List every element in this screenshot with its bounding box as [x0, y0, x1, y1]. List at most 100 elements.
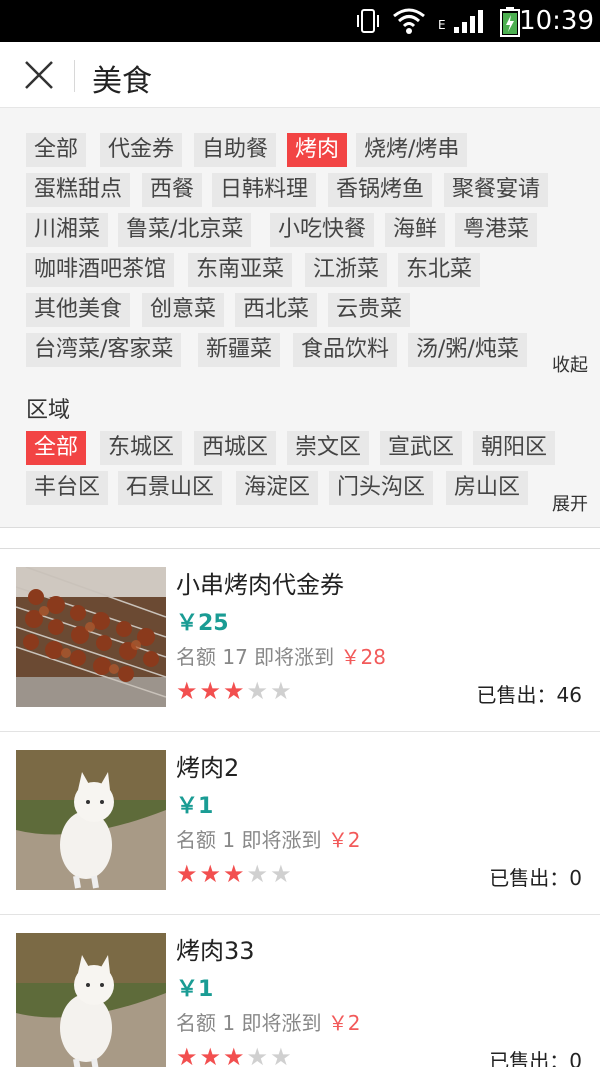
signal-icon	[454, 10, 483, 33]
deal-thumbnail	[16, 750, 166, 890]
star-filled-icon: ★	[176, 860, 200, 888]
battery-icon	[500, 7, 520, 37]
skewers-photo	[16, 567, 166, 707]
category-tag[interactable]: 香锅烤鱼	[328, 173, 433, 207]
region-tag[interactable]: 西城区	[194, 431, 277, 465]
star-empty-icon: ★	[246, 1043, 271, 1067]
network-type-label: E	[438, 18, 446, 32]
deal-quota: 名额 1 即将涨到 ￥2	[176, 1007, 361, 1036]
status-bar: E 10:39	[0, 0, 600, 42]
sold-label: 已售出：	[476, 683, 557, 707]
quota-value: 1	[222, 828, 236, 852]
region-tag[interactable]: 东城区	[100, 431, 183, 465]
deal-list: 小串烤肉代金券 ￥25 名额 17 即将涨到 ￥28 ★★★★★ 已售出：46	[0, 548, 600, 1067]
collapse-link[interactable]: 收起	[552, 351, 588, 377]
region-tag[interactable]: 崇文区	[287, 431, 370, 465]
category-tag[interactable]: 蛋糕甜点	[26, 173, 131, 207]
category-tag[interactable]: 小吃快餐	[270, 213, 375, 247]
category-tag[interactable]: 其他美食	[26, 293, 131, 327]
deal-title: 小串烤肉代金券	[176, 571, 344, 599]
star-filled-icon: ★	[223, 677, 247, 705]
category-tag[interactable]: 西餐	[142, 173, 203, 207]
sold-label: 已售出：	[489, 1049, 570, 1067]
region-label: 区域	[26, 398, 71, 423]
deal-price: ￥1	[176, 794, 214, 819]
wifi-icon	[393, 8, 425, 34]
region-tag-active[interactable]: 全部	[26, 431, 87, 465]
category-tag[interactable]: 全部	[26, 133, 87, 167]
expand-link[interactable]: 展开	[552, 490, 588, 516]
category-tag[interactable]: 聚餐宴请	[444, 173, 549, 207]
star-filled-icon: ★	[199, 860, 224, 888]
star-empty-icon: ★	[246, 677, 271, 705]
sold-label: 已售出：	[489, 866, 570, 890]
region-tag[interactable]: 石景山区	[118, 471, 223, 505]
star-empty-icon: ★	[270, 677, 294, 705]
category-tag[interactable]: 粤港菜	[455, 213, 538, 247]
category-tag[interactable]: 咖啡酒吧茶馆	[26, 253, 175, 287]
category-tag[interactable]: 日韩料理	[212, 173, 317, 207]
category-tag[interactable]: 代金券	[100, 133, 183, 167]
filter-panel: 全部 代金券 自助餐 烤肉 烧烤/烤串 蛋糕甜点 西餐 日韩料理 香锅烤鱼 聚餐…	[0, 108, 600, 528]
deal-thumbnail	[16, 933, 166, 1067]
quota-label: 名额	[176, 1011, 216, 1035]
close-button[interactable]	[18, 54, 60, 96]
region-tag[interactable]: 丰台区	[26, 471, 109, 505]
star-filled-icon: ★	[176, 1043, 200, 1067]
header-divider	[74, 60, 75, 92]
category-tag[interactable]: 鲁菜/北京菜	[118, 213, 252, 247]
quota-value: 17	[222, 645, 248, 669]
category-tag[interactable]: 汤/粥/炖菜	[408, 333, 527, 367]
category-tag[interactable]: 西北菜	[235, 293, 318, 327]
rise-label: 即将涨到	[241, 828, 322, 852]
clock: 10:39	[519, 6, 594, 36]
sold-count: 已售出：0	[489, 1045, 582, 1067]
white-cat-photo	[16, 750, 166, 890]
rating-stars: ★★★★★	[176, 860, 294, 888]
close-icon	[25, 61, 53, 89]
vibrate-icon	[357, 9, 379, 33]
rating-stars: ★★★★★	[176, 677, 294, 705]
category-tag[interactable]: 江浙菜	[305, 253, 388, 287]
rise-price: ￥28	[340, 645, 386, 669]
category-tag[interactable]: 云贵菜	[328, 293, 411, 327]
rise-label: 即将涨到	[254, 645, 335, 669]
app-header: 美食	[0, 42, 600, 108]
sold-count: 已售出：46	[477, 679, 582, 708]
deal-price: ￥1	[176, 977, 214, 1002]
category-tag[interactable]: 烧烤/烤串	[356, 133, 468, 167]
category-tag[interactable]: 自助餐	[194, 133, 277, 167]
rise-price: ￥2	[327, 1011, 361, 1035]
category-tag[interactable]: 食品饮料	[293, 333, 398, 367]
rating-stars: ★★★★★	[176, 1043, 294, 1067]
deal-item[interactable]: 烤肉2 ￥1 名额 1 即将涨到 ￥2 ★★★★★ 已售出：0	[0, 732, 600, 915]
category-tag-active[interactable]: 烤肉	[287, 133, 348, 167]
category-tag[interactable]: 东南亚菜	[188, 253, 293, 287]
category-tag[interactable]: 东北菜	[398, 253, 481, 287]
rise-label: 即将涨到	[241, 1011, 322, 1035]
category-tag[interactable]: 新疆菜	[198, 333, 281, 367]
region-tag[interactable]: 门头沟区	[329, 471, 434, 505]
quota-label: 名额	[176, 828, 216, 852]
star-filled-icon: ★	[223, 860, 247, 888]
sold-value: 0	[569, 866, 582, 890]
deal-item[interactable]: 烤肉33 ￥1 名额 1 即将涨到 ￥2 ★★★★★ 已售出：0	[0, 915, 600, 1067]
region-tag[interactable]: 房山区	[446, 471, 529, 505]
quota-label: 名额	[176, 645, 216, 669]
deal-quota: 名额 17 即将涨到 ￥28	[176, 641, 386, 670]
deal-title: 烤肉33	[176, 937, 255, 965]
deal-item[interactable]: 小串烤肉代金券 ￥25 名额 17 即将涨到 ￥28 ★★★★★ 已售出：46	[0, 549, 600, 732]
category-tag[interactable]: 海鲜	[385, 213, 446, 247]
region-tag[interactable]: 海淀区	[236, 471, 319, 505]
category-tag[interactable]: 台湾菜/客家菜	[26, 333, 182, 367]
region-tag[interactable]: 朝阳区	[473, 431, 556, 465]
region-tag[interactable]: 宣武区	[380, 431, 463, 465]
deal-quota: 名额 1 即将涨到 ￥2	[176, 824, 361, 853]
category-tag[interactable]: 创意菜	[142, 293, 225, 327]
page-title: 美食	[92, 64, 152, 99]
deal-thumbnail	[16, 567, 166, 707]
star-filled-icon: ★	[176, 677, 200, 705]
category-tag[interactable]: 川湘菜	[26, 213, 109, 247]
white-cat-photo	[16, 933, 166, 1067]
star-empty-icon: ★	[270, 860, 294, 888]
